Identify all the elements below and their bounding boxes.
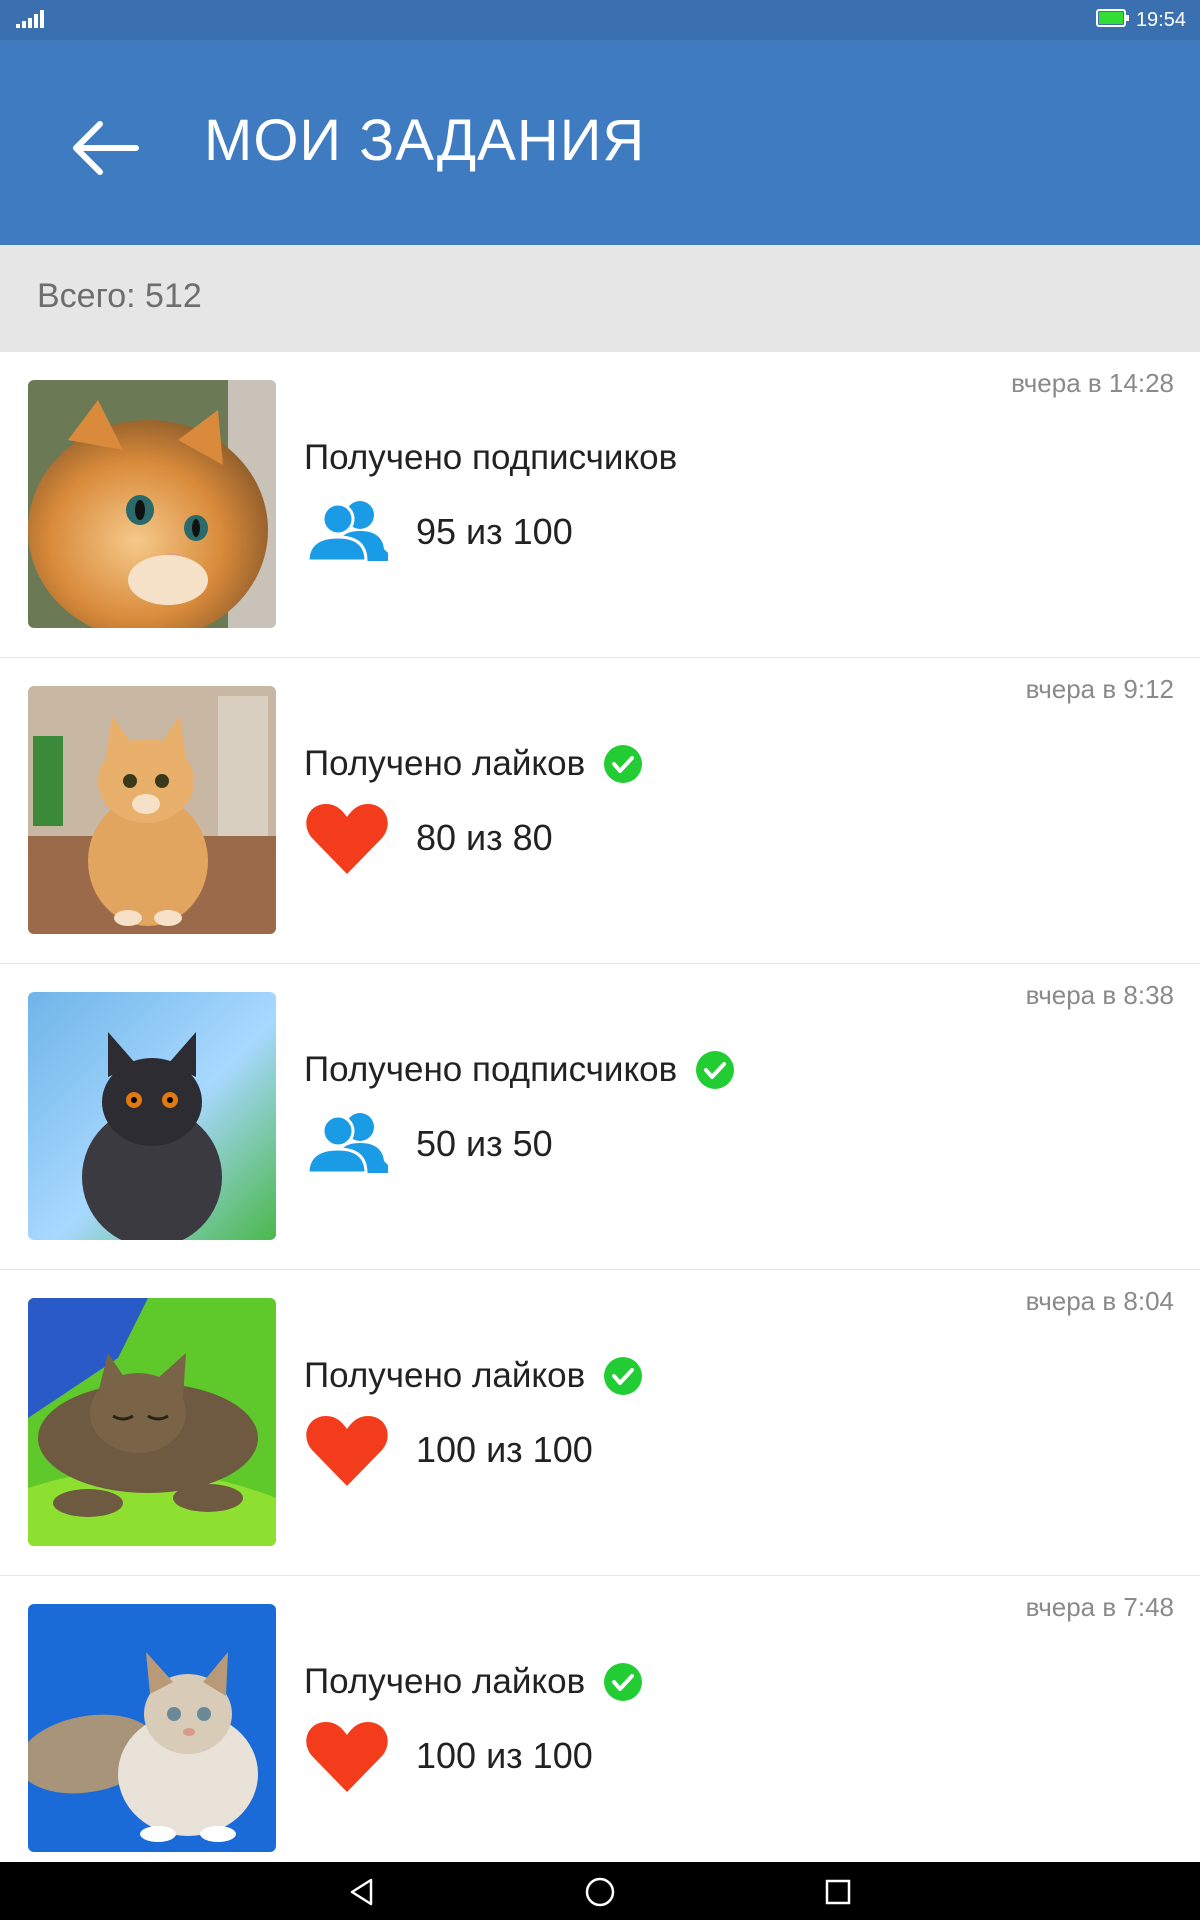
status-time: 19:54 [1135,8,1186,31]
signal-icon [16,10,46,33]
progress-value: 100 из 100 [416,1735,593,1776]
users-icon [304,1104,404,1184]
task-title-text: Получено лайков [304,1356,586,1395]
task-title: Получено подписчиков [304,438,677,478]
task-title: Получено лайков [304,1356,643,1396]
check-circle-icon [603,744,643,784]
list-item[interactable]: вчера в 8:04 Получено лайков 100 из 100 [0,1270,1200,1576]
task-progress: 100 из 100 [304,1410,593,1490]
list-item[interactable]: вчера в 8:38 Получено подписчиков 50 из … [0,964,1200,1270]
progress-value: 95 из 100 [416,511,573,552]
task-progress: 80 из 80 [304,798,553,878]
cat-photo [28,1604,276,1852]
heart-icon [304,1716,404,1796]
progress-value: 50 из 50 [416,1123,553,1164]
navigation-bar [0,1862,1200,1920]
total-count: Всего: 512 [37,277,202,315]
check-circle-icon [603,1662,643,1702]
app-bar: МОИ ЗАДАНИЯ [0,40,1200,245]
users-icon [304,492,404,572]
list-item[interactable]: вчера в 7:48 Получено лайков 100 из 100 [0,1576,1200,1862]
battery-icon [1095,8,1130,32]
task-title: Получено подписчиков [304,1050,735,1090]
task-progress: 95 из 100 [304,492,573,572]
task-list: вчера в 14:28 Получено подписчиков 95 из… [0,352,1200,1862]
list-item[interactable]: вчера в 14:28 Получено подписчиков 95 из… [0,352,1200,658]
task-time: вчера в 9:12 [1025,674,1174,704]
task-title: Получено лайков [304,1662,643,1702]
square-recents-icon [825,1879,851,1905]
task-title-text: Получено лайков [304,744,586,783]
nav-home-button[interactable] [580,1872,620,1912]
nav-recents-button[interactable] [818,1872,858,1912]
heart-icon [304,1410,404,1490]
task-time: вчера в 8:04 [1025,1286,1174,1316]
progress-value: 80 из 80 [416,817,553,858]
task-progress: 50 из 50 [304,1104,553,1184]
back-button[interactable] [66,110,142,186]
cat-photo [28,380,276,628]
nav-back-button[interactable] [342,1872,382,1912]
cat-photo [28,686,276,934]
progress-value: 100 из 100 [416,1429,593,1470]
check-circle-icon [603,1356,643,1396]
heart-icon [304,798,404,878]
cat-photo [28,992,276,1240]
status-bar: 19:54 [0,0,1200,40]
arrow-left-icon [73,121,139,175]
circle-home-icon [585,1877,615,1907]
summary-bar: Всего: 512 [0,245,1200,352]
list-item[interactable]: вчера в 9:12 Получено лайков 80 из 80 [0,658,1200,964]
task-time: вчера в 14:28 [1011,368,1174,398]
triangle-back-icon [350,1878,373,1906]
task-progress: 100 из 100 [304,1716,593,1796]
cat-photo [28,1298,276,1546]
check-circle-icon [695,1050,735,1090]
task-title-text: Получено подписчиков [304,438,678,477]
task-time: вчера в 7:48 [1025,1592,1174,1622]
page-title: МОИ ЗАДАНИЯ [204,108,646,173]
task-title-text: Получено подписчиков [304,1050,678,1089]
task-title: Получено лайков [304,744,643,784]
task-time: вчера в 8:38 [1025,980,1174,1010]
task-title-text: Получено лайков [304,1662,586,1701]
